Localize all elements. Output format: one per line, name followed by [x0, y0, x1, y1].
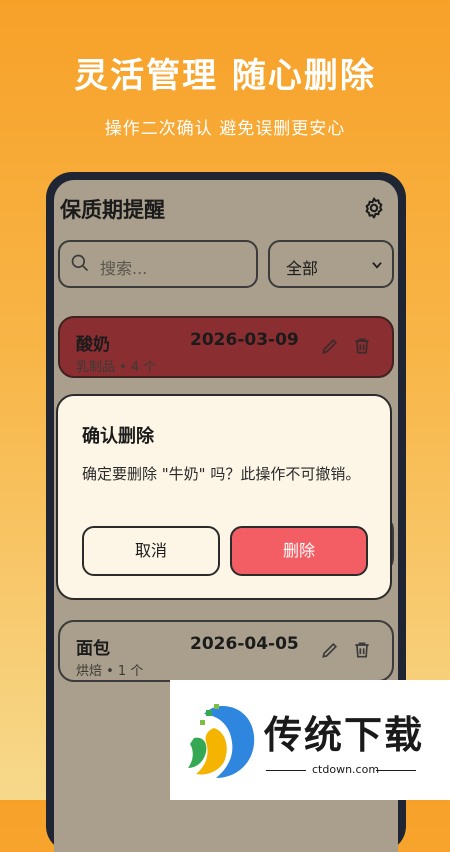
- pencil-icon[interactable]: [320, 640, 340, 660]
- page-title: 保质期提醒: [60, 198, 165, 222]
- search-icon: [71, 254, 89, 272]
- watermark-badge: 传统下载 ctdown.com: [170, 680, 450, 800]
- chevron-down-icon: [372, 262, 382, 269]
- promo-title: 灵活管理 随心删除: [74, 56, 376, 96]
- item-meta: 乳制品 • 4 个: [76, 360, 157, 375]
- list-item[interactable]: 酸奶 2026-03-09 乳制品 • 4 个: [58, 316, 394, 378]
- item-expiry-date: 2026-04-05: [190, 634, 299, 654]
- brand-logo-icon: [188, 704, 255, 778]
- item-expiry-date: 2026-03-09: [190, 330, 299, 350]
- divider: [376, 770, 416, 771]
- trash-icon[interactable]: [352, 640, 372, 660]
- category-select-value: 全部: [286, 259, 319, 278]
- search-placeholder: 搜索...: [100, 259, 148, 278]
- item-name: 面包: [76, 639, 110, 659]
- item-meta: 烘焙 • 1 个: [76, 664, 144, 679]
- dialog-title: 确认删除: [82, 426, 154, 447]
- watermark-url: ctdown.com: [312, 763, 380, 776]
- delete-button[interactable]: 删除: [230, 526, 368, 576]
- category-select[interactable]: 全部: [268, 240, 394, 288]
- dialog-message: 确定要删除 "牛奶" 吗？此操作不可撤销。: [82, 465, 361, 483]
- pencil-icon[interactable]: [320, 336, 340, 356]
- promo-subtitle: 操作二次确认 避免误删更安心: [104, 119, 346, 139]
- gear-icon[interactable]: [362, 196, 386, 220]
- divider: [266, 770, 306, 771]
- confirm-delete-dialog: 确认删除 确定要删除 "牛奶" 吗？此操作不可撤销。 取消 删除: [56, 394, 392, 600]
- item-name: 酸奶: [76, 335, 110, 355]
- trash-icon[interactable]: [352, 336, 372, 356]
- list-item[interactable]: 面包 2026-04-05 烘焙 • 1 个: [58, 620, 394, 682]
- search-input[interactable]: 搜索...: [58, 240, 258, 288]
- cancel-button[interactable]: 取消: [82, 526, 220, 576]
- watermark-name: 传统下载: [264, 713, 425, 757]
